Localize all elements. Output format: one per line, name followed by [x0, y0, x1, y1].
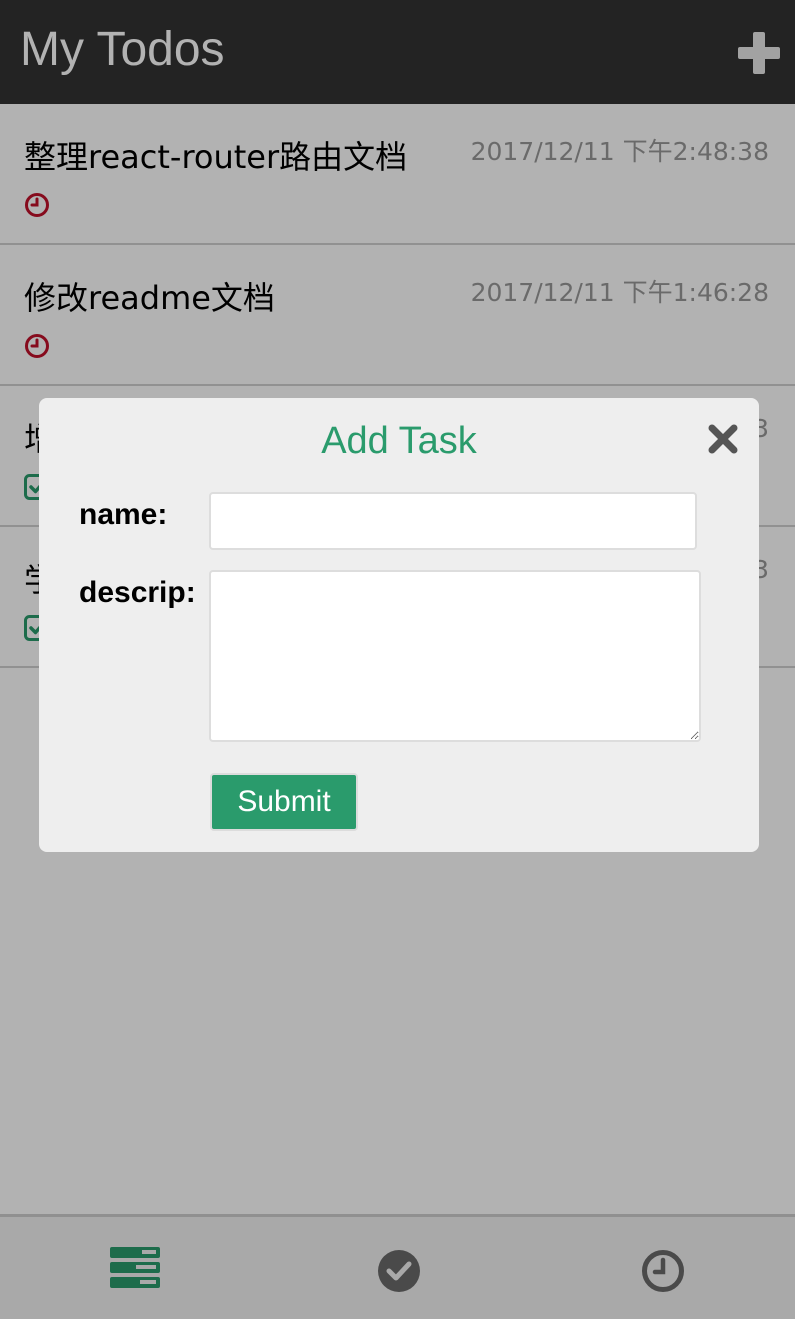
name-input[interactable]: [209, 492, 697, 550]
add-task-dialog: Add Task name: descrip: Submit: [39, 398, 759, 852]
descrip-textarea[interactable]: [209, 570, 701, 742]
close-icon: [708, 424, 738, 454]
close-button[interactable]: [708, 424, 738, 454]
dialog-title: Add Task: [321, 420, 477, 462]
name-label: name:: [79, 498, 168, 531]
submit-button[interactable]: Submit: [210, 773, 358, 831]
descrip-label: descrip:: [79, 576, 196, 609]
